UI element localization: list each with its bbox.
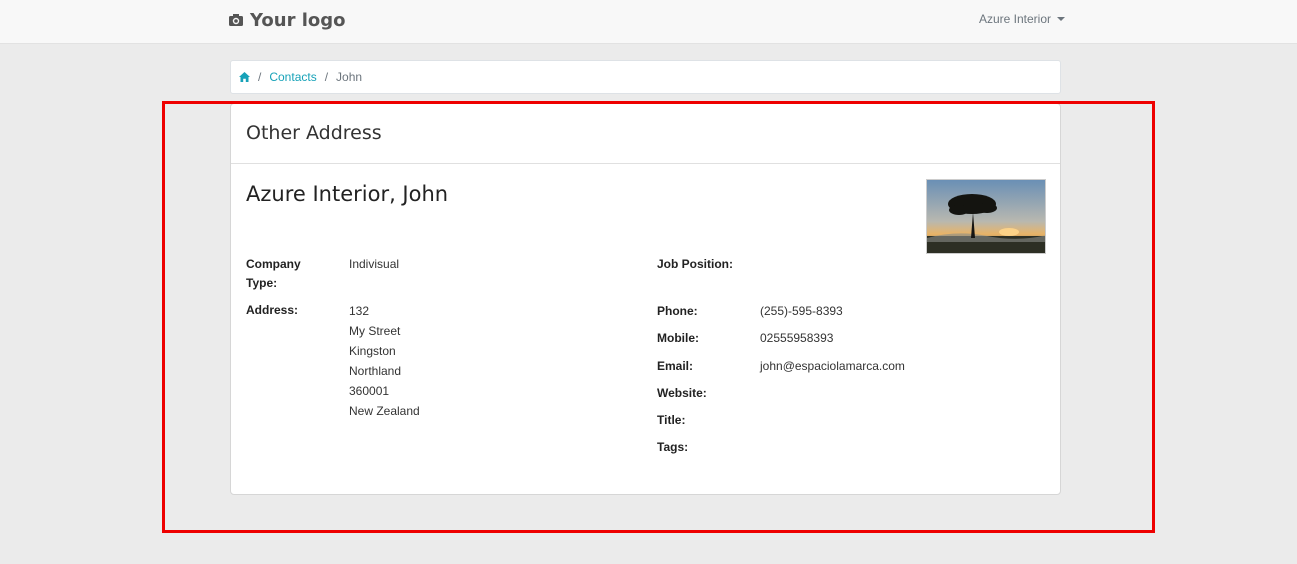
website-label: Website: xyxy=(657,386,707,400)
address-line: My Street xyxy=(349,324,401,338)
job-position-label: Job Position: xyxy=(657,257,733,271)
breadcrumb-separator: / xyxy=(258,70,262,84)
contact-photo xyxy=(926,179,1046,254)
mobile-label: Mobile: xyxy=(657,331,699,345)
top-navbar: Your logo Azure Interior xyxy=(0,0,1297,44)
breadcrumb-current: John xyxy=(336,70,363,84)
address-line: 132 xyxy=(349,304,370,318)
phone-value[interactable]: (255)-595-8393 xyxy=(760,301,843,321)
breadcrumb-separator: / xyxy=(324,70,329,84)
breadcrumb-contacts-link[interactable]: Contacts xyxy=(269,70,316,84)
home-icon[interactable] xyxy=(239,72,250,82)
company-type-label: Company Type: xyxy=(246,255,301,293)
chevron-down-icon xyxy=(1057,17,1065,21)
phone-label: Phone: xyxy=(657,304,698,318)
address-line: Kingston xyxy=(349,344,396,358)
address-label: Address: xyxy=(246,303,299,317)
mobile-value[interactable]: 02555958393 xyxy=(760,328,833,348)
address-line: New Zealand xyxy=(349,404,420,418)
tags-label: Tags: xyxy=(657,440,689,454)
company-type-label-line1: Company xyxy=(246,257,301,271)
logo[interactable]: Your logo xyxy=(228,8,346,32)
user-menu-dropdown[interactable]: Azure Interior xyxy=(979,12,1065,26)
title-label: Title: xyxy=(657,413,686,427)
breadcrumb: / Contacts / John xyxy=(230,60,1061,94)
address-line: 360001 xyxy=(349,384,390,398)
email-value[interactable]: john@espaciolamarca.com xyxy=(760,356,905,376)
card-header-title: Other Address xyxy=(231,104,1060,164)
tree-sunset-image xyxy=(927,180,1045,253)
camera-icon xyxy=(229,14,243,26)
contact-name: Azure Interior, John xyxy=(246,182,449,206)
company-type-value: Indivisual xyxy=(349,257,400,271)
contact-card: Other Address Azure Interior, John Compa… xyxy=(230,103,1061,495)
address-block: 132 My Street Kingston Northland 360001 … xyxy=(349,301,420,421)
logo-text: Your logo xyxy=(250,9,346,31)
email-label: Email: xyxy=(657,359,694,373)
user-menu-label: Azure Interior xyxy=(978,12,1051,26)
address-line: Northland xyxy=(349,364,402,378)
company-type-label-line2: Type: xyxy=(246,276,278,290)
